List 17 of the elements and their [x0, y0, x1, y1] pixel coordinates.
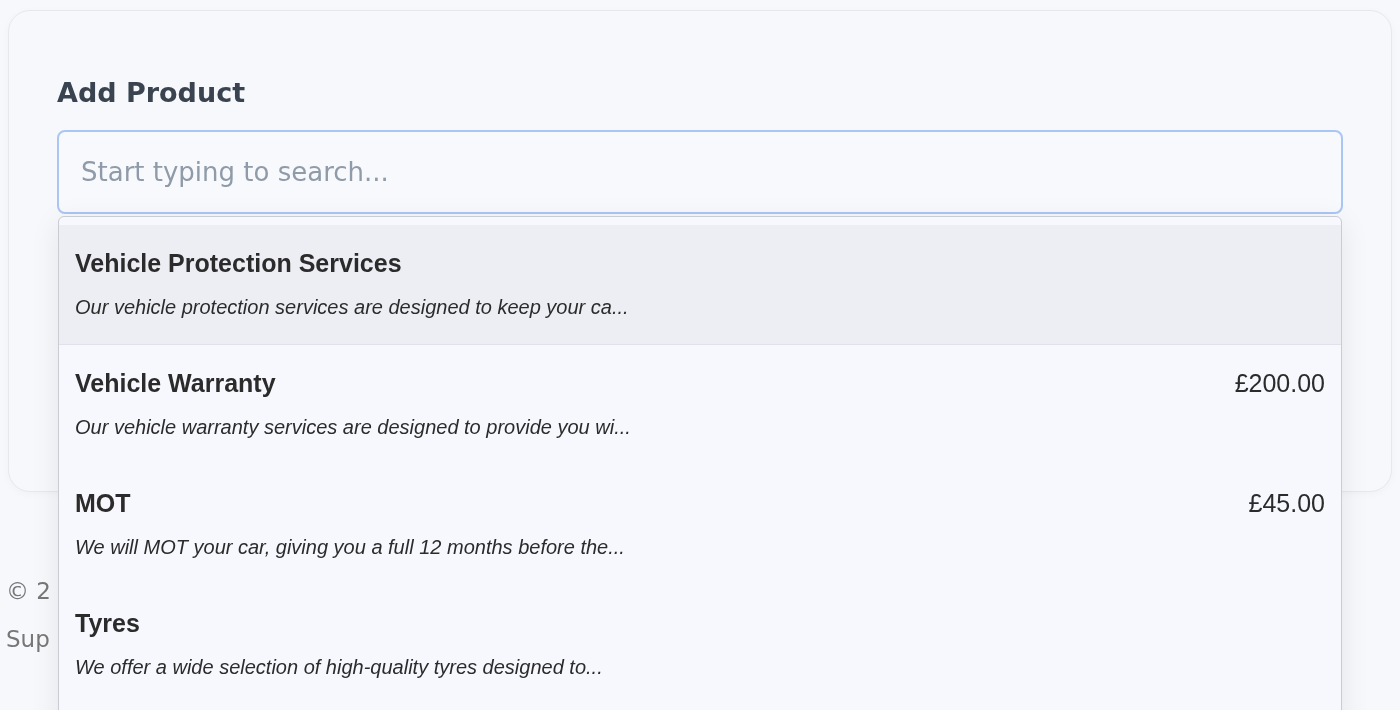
copyright-text: © 2 — [6, 578, 52, 604]
product-description: Our vehicle protection services are designed to keep your ca... — [75, 296, 630, 319]
search-result-item[interactable]: Vehicle Protection Services Our vehicle protection services are designed to keep your ca... — [59, 225, 1341, 345]
search-result-item[interactable]: MOT £45.00 We will MOT your car, giving you a full 12 months before the... — [59, 465, 1341, 585]
product-description: We will MOT your car, giving you a full 12 months before the... — [75, 536, 626, 559]
product-name: Vehicle Protection Services — [75, 249, 402, 278]
section-heading: Add Product — [57, 77, 247, 108]
search-result-item[interactable]: Vehicle Warranty £200.00 Our vehicle warranty services are designed to provide you wi... — [59, 345, 1341, 465]
search-result-item[interactable]: Tyres We offer a wide selection of high-quality tyres designed to... — [59, 585, 1341, 705]
search-field[interactable]: Start typing to search... — [57, 130, 1343, 214]
product-name: Tyres — [75, 609, 140, 638]
product-price: £45.00 — [1248, 489, 1325, 518]
product-description: Our vehicle warranty services are designed to provide you wi... — [75, 416, 632, 439]
product-description: We offer a wide selection of high-quality tyres designed to... — [75, 656, 604, 679]
product-price: £200.00 — [1234, 369, 1325, 398]
product-name: Vehicle Warranty — [75, 369, 276, 398]
product-name: MOT — [75, 489, 131, 518]
